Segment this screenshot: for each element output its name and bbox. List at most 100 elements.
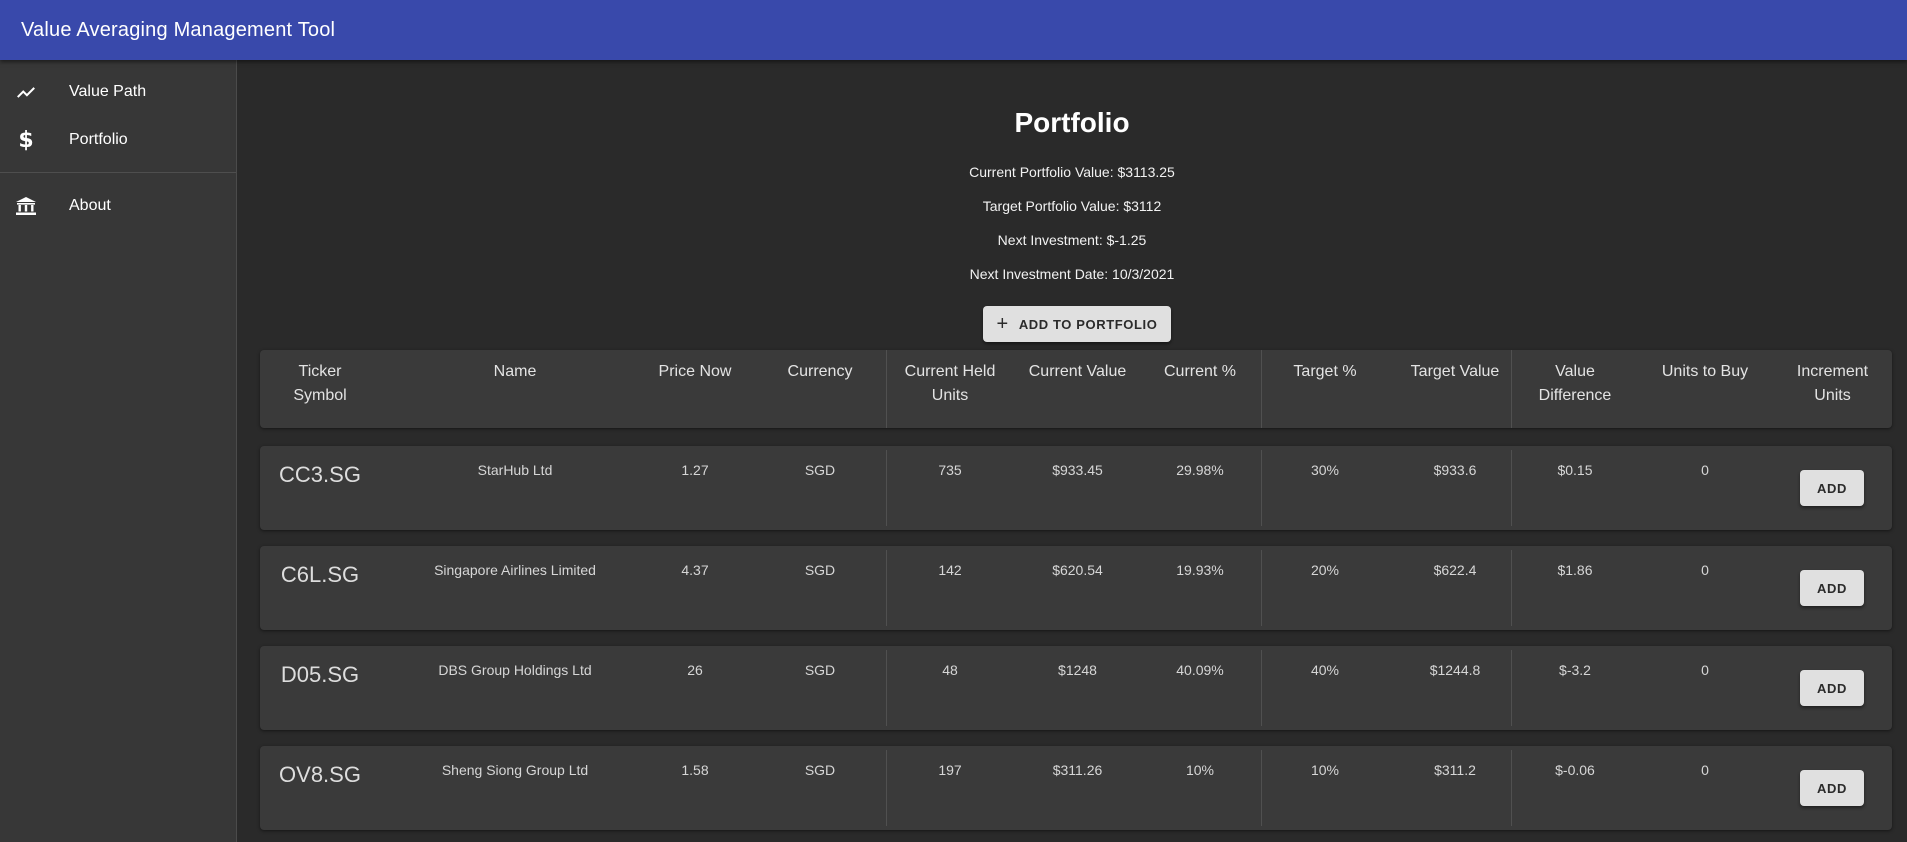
current-value: $311.26 [1052, 762, 1103, 778]
header-currency: Currency [787, 363, 853, 380]
price-now: 4.37 [681, 562, 709, 578]
current-pct: 29.98% [1176, 462, 1224, 478]
header-ticker-symbol: Ticker Symbol [293, 363, 347, 404]
current-portfolio-value: Current Portfolio Value: $3113.25 [969, 164, 1175, 180]
header-target-value: Target Value [1410, 363, 1500, 380]
value-difference: $0.15 [1557, 462, 1593, 478]
add-units-button[interactable]: ADD [1800, 570, 1864, 606]
ticker-symbol: OV8.SG [279, 762, 361, 787]
current-value: $1248 [1058, 662, 1097, 678]
table-header: Ticker Symbol Name Price Now Currency Cur… [260, 350, 1892, 428]
header-current-held-units: Current Held Units [904, 363, 996, 404]
units-to-buy: 0 [1701, 462, 1709, 478]
current-pct: 10% [1185, 762, 1215, 778]
column-divider [886, 750, 887, 826]
current-held-units: 735 [938, 462, 962, 478]
header-name: Name [493, 363, 537, 380]
add-to-portfolio-button[interactable]: + ADD TO PORTFOLIO [983, 306, 1171, 342]
next-investment-date: Next Investment Date: 10/3/2021 [969, 266, 1175, 282]
column-divider [886, 350, 887, 428]
units-to-buy: 0 [1701, 762, 1709, 778]
nav-item-label: About [69, 197, 111, 214]
stock-name: Sheng Siong Group Ltd [441, 762, 589, 778]
currency: SGD [804, 562, 836, 578]
current-value: $620.54 [1052, 562, 1103, 578]
nav-drawer: Value Path $ Portfolio About [0, 60, 237, 842]
column-divider [1511, 450, 1512, 526]
current-held-units: 48 [942, 662, 958, 678]
header-units-to-buy: Units to Buy [1661, 363, 1749, 380]
header-target-pct: Target % [1293, 363, 1357, 380]
price-now: 26 [687, 662, 703, 678]
target-value: $1244.8 [1429, 662, 1481, 678]
table-row: OV8.SG Sheng Siong Group Ltd 1.58 SGD 19… [260, 746, 1892, 830]
units-to-buy: 0 [1701, 562, 1709, 578]
column-divider [1261, 450, 1262, 526]
add-units-button[interactable]: ADD [1800, 470, 1864, 506]
table-row: CC3.SG StarHub Ltd 1.27 SGD 735 $933.45 … [260, 446, 1892, 530]
current-held-units: 197 [938, 762, 962, 778]
current-pct: 19.93% [1176, 562, 1224, 578]
value-difference: $-3.2 [1559, 662, 1591, 678]
next-investment: Next Investment: $-1.25 [997, 232, 1147, 248]
target-pct: 30% [1310, 462, 1340, 478]
target-portfolio-value: Target Portfolio Value: $3112 [982, 198, 1162, 214]
column-divider [1511, 650, 1512, 726]
column-divider [1261, 650, 1262, 726]
header-price-now: Price Now [658, 363, 732, 380]
ticker-symbol: CC3.SG [279, 462, 361, 487]
plus-icon: + [996, 313, 1009, 335]
currency: SGD [804, 662, 836, 678]
column-divider [886, 650, 887, 726]
nav-item-label: Value Path [69, 83, 147, 100]
nav-divider [0, 172, 236, 173]
target-pct: 20% [1310, 562, 1340, 578]
currency: SGD [804, 762, 836, 778]
stock-name: StarHub Ltd [477, 462, 553, 478]
nav-item-portfolio[interactable]: $ Portfolio [0, 116, 236, 164]
add-units-button[interactable]: ADD [1800, 770, 1864, 806]
header-current-value: Current Value [1028, 363, 1127, 380]
add-to-portfolio-label: ADD TO PORTFOLIO [1018, 316, 1158, 332]
nav-item-label: Portfolio [69, 131, 128, 148]
stock-name: DBS Group Holdings Ltd [438, 662, 592, 678]
app-title: Value Averaging Management Tool [21, 18, 336, 41]
units-to-buy: 0 [1701, 662, 1709, 678]
column-divider [1511, 750, 1512, 826]
bank-icon [13, 193, 39, 219]
column-divider [1261, 750, 1262, 826]
target-pct: 10% [1310, 762, 1340, 778]
stock-name: Singapore Airlines Limited [434, 562, 596, 578]
column-divider [886, 450, 887, 526]
column-divider [886, 550, 887, 626]
table-row: C6L.SG Singapore Airlines Limited 4.37 S… [260, 546, 1892, 630]
current-held-units: 142 [938, 562, 962, 578]
header-increment-units: Increment Units [1796, 363, 1869, 404]
target-value: $933.6 [1433, 462, 1477, 478]
target-value: $311.2 [1434, 762, 1476, 778]
nav-item-about[interactable]: About [0, 182, 236, 230]
ticker-symbol: C6L.SG [280, 562, 360, 587]
value-difference: $1.86 [1557, 562, 1593, 578]
ticker-symbol: D05.SG [280, 662, 360, 687]
dollar-icon: $ [18, 127, 34, 153]
column-divider [1261, 350, 1262, 428]
current-pct: 40.09% [1176, 662, 1224, 678]
trending-up-icon [13, 79, 39, 105]
main-content: Portfolio Current Portfolio Value: $3113… [237, 60, 1907, 842]
page-title: Portfolio [1014, 107, 1130, 138]
price-now: 1.58 [681, 762, 709, 778]
target-pct: 40% [1310, 662, 1340, 678]
table-row: D05.SG DBS Group Holdings Ltd 26 SGD 48 … [260, 646, 1892, 730]
header-value-difference: Value Difference [1538, 363, 1612, 404]
add-units-button[interactable]: ADD [1800, 670, 1864, 706]
current-value: $933.45 [1052, 462, 1103, 478]
value-difference: $-0.06 [1555, 762, 1595, 778]
target-value: $622.4 [1433, 562, 1477, 578]
column-divider [1261, 550, 1262, 626]
column-divider [1511, 550, 1512, 626]
app-bar: Value Averaging Management Tool [0, 0, 1907, 60]
nav-item-value-path[interactable]: Value Path [0, 68, 236, 116]
currency: SGD [804, 462, 836, 478]
header-current-pct: Current % [1163, 363, 1237, 380]
